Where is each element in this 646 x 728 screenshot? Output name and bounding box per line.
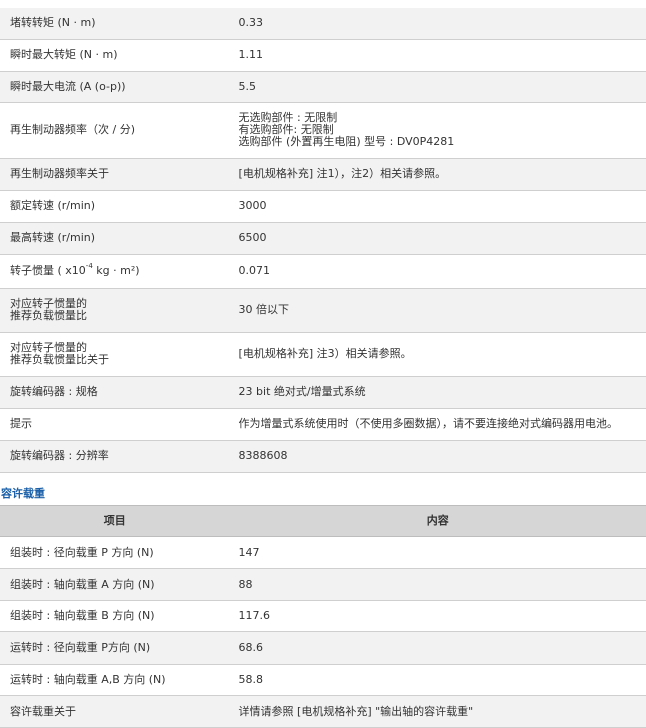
table-row: 再生制动器频率关于 [电机规格补充] 注1），注2）相关请参照。 <box>0 158 646 191</box>
row-value: 8388608 <box>229 440 646 473</box>
column-header: 内容 <box>229 505 646 537</box>
row-label: 运转时 : 轴向载重 A,B 方向 (N) <box>0 664 230 696</box>
table-row: 容许载重关于 详情请参照 [电机规格补充] "输出轴的容许载重" <box>0 695 646 728</box>
row-label: 额定转速 (r/min) <box>0 190 230 223</box>
row-value: [电机规格补充] 注3）相关请参照。 <box>229 332 646 377</box>
row-label: 组装时 : 轴向载重 A 方向 (N) <box>0 568 230 601</box>
row-label: 提示 <box>0 408 230 441</box>
table-row: 组装时 : 轴向载重 B 方向 (N) 117.6 <box>0 600 646 632</box>
label-text: kg · m²) <box>92 264 140 277</box>
row-label: 组装时 : 径向载重 P 方向 (N) <box>0 536 230 569</box>
row-value: [电机规格补充] 注1），注2）相关请参照。 <box>229 158 646 191</box>
row-value: 详情请参照 [电机规格补充] "输出轴的容许载重" <box>229 695 646 728</box>
row-value: 117.6 <box>229 600 646 632</box>
row-value: 147 <box>229 536 646 569</box>
row-label: 对应转子惯量的 推荐负载惯量比关于 <box>0 332 230 377</box>
row-value: 23 bit 绝对式/增量式系统 <box>229 376 646 409</box>
label-line: 推荐负载惯量比 <box>10 309 87 322</box>
row-value: 作为增量式系统使用时（不使用多圈数据），请不要连接绝对式编码器用电池。 <box>229 408 646 441</box>
row-label: 瞬时最大转矩 (N · m) <box>0 39 230 72</box>
table-row: 对应转子惯量的 推荐负载惯量比关于 [电机规格补充] 注3）相关请参照。 <box>0 332 646 377</box>
table-row: 运转时 : 径向载重 P方向 (N) 68.6 <box>0 631 646 665</box>
label-exponent: -4 <box>85 262 93 271</box>
table-row: 堵转转矩 (N · m) 0.33 <box>0 8 646 40</box>
load-table: 项目 内容 组装时 : 径向载重 P 方向 (N) 147 组装时 : 轴向载重… <box>0 505 646 728</box>
table-row: 旋转编码器 : 分辨率 8388608 <box>0 440 646 473</box>
spec-table: 堵转转矩 (N · m) 0.33 瞬时最大转矩 (N · m) 1.11 瞬时… <box>0 8 646 473</box>
column-header: 项目 <box>0 505 230 537</box>
row-label: 最高转速 (r/min) <box>0 222 230 255</box>
table-row: 对应转子惯量的 推荐负载惯量比 30 倍以下 <box>0 288 646 333</box>
table-row: 瞬时最大电流 (A (o-p)) 5.5 <box>0 71 646 103</box>
row-label: 再生制动器频率（次 / 分) <box>0 102 230 159</box>
row-value: 5.5 <box>229 71 646 103</box>
row-value: 无选购部件 : 无限制 有选购部件: 无限制 选购部件 (外置再生电阻) 型号 … <box>229 102 646 159</box>
row-value: 88 <box>229 568 646 601</box>
row-label: 堵转转矩 (N · m) <box>0 8 230 40</box>
row-label: 旋转编码器 : 分辨率 <box>0 440 230 473</box>
table-row: 组装时 : 轴向载重 A 方向 (N) 88 <box>0 568 646 601</box>
row-value: 58.8 <box>229 664 646 696</box>
table-row: 额定转速 (r/min) 3000 <box>0 190 646 223</box>
table-row: 转子惯量 ( x10-4 kg · m²) 0.071 <box>0 254 646 289</box>
row-value: 30 倍以下 <box>229 288 646 333</box>
row-value: 0.33 <box>229 8 646 40</box>
row-value: 68.6 <box>229 631 646 665</box>
row-label: 运转时 : 径向载重 P方向 (N) <box>0 631 230 665</box>
row-value: 1.11 <box>229 39 646 72</box>
row-value: 3000 <box>229 190 646 223</box>
section-title: 容许载重 <box>1 487 45 500</box>
label-text: 转子惯量 ( x10 <box>10 264 86 277</box>
table-row: 旋转编码器 : 规格 23 bit 绝对式/增量式系统 <box>0 376 646 409</box>
label-line: 推荐负载惯量比关于 <box>10 353 109 366</box>
row-label: 转子惯量 ( x10-4 kg · m²) <box>0 254 230 289</box>
row-label: 再生制动器频率关于 <box>0 158 230 191</box>
table-row: 最高转速 (r/min) 6500 <box>0 222 646 255</box>
row-label: 组装时 : 轴向载重 B 方向 (N) <box>0 600 230 632</box>
table-header-row: 项目 内容 <box>0 505 646 537</box>
row-value: 6500 <box>229 222 646 255</box>
row-value: 0.071 <box>229 254 646 289</box>
row-label: 容许载重关于 <box>0 695 230 728</box>
table-row: 组装时 : 径向载重 P 方向 (N) 147 <box>0 536 646 569</box>
table-row: 瞬时最大转矩 (N · m) 1.11 <box>0 39 646 72</box>
row-label: 旋转编码器 : 规格 <box>0 376 230 409</box>
row-label: 对应转子惯量的 推荐负载惯量比 <box>0 288 230 333</box>
row-label: 瞬时最大电流 (A (o-p)) <box>0 71 230 103</box>
table-row: 运转时 : 轴向载重 A,B 方向 (N) 58.8 <box>0 664 646 696</box>
table-row: 提示 作为增量式系统使用时（不使用多圈数据），请不要连接绝对式编码器用电池。 <box>0 408 646 441</box>
table-row: 再生制动器频率（次 / 分) 无选购部件 : 无限制 有选购部件: 无限制 选购… <box>0 102 646 159</box>
value-line: 选购部件 (外置再生电阻) 型号 : DV0P4281 <box>238 135 455 148</box>
